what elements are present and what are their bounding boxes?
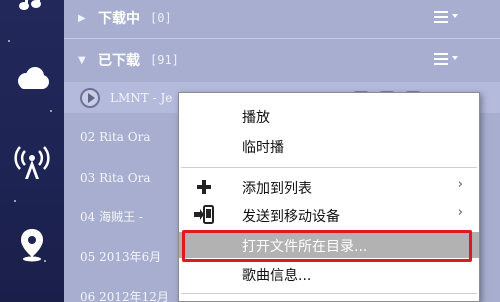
menu-separator — [181, 293, 477, 294]
group-menu-icon[interactable] — [434, 11, 458, 23]
cloud-icon — [18, 67, 49, 89]
group-downloading[interactable]: ▶ 下载中 [0] — [64, 2, 500, 34]
sidebar — [0, 0, 64, 302]
menu-item-send-to-device[interactable]: 发送到移动设备 › — [179, 202, 479, 228]
submenu-arrow-icon: › — [457, 205, 463, 220]
annotation-highlight-box — [182, 230, 472, 262]
collapsed-arrow-icon: ▶ — [78, 12, 86, 24]
sidebar-item-cloud[interactable] — [0, 66, 64, 92]
music-note-icon — [19, 0, 41, 10]
menu-item-temp-play[interactable]: 临时播 — [179, 133, 479, 159]
group-downloaded[interactable]: ▼ 已下载 [91] — [64, 44, 500, 76]
group-count: [91] — [150, 53, 179, 67]
group-label: 下载中 — [98, 11, 140, 27]
location-pin-icon — [21, 229, 43, 262]
sidebar-item-location[interactable] — [0, 228, 64, 262]
menu-item-play[interactable]: 播放 — [179, 103, 479, 129]
sidebar-item-music[interactable] — [0, 0, 64, 14]
play-icon[interactable] — [80, 87, 100, 108]
expanded-arrow-icon: ▼ — [78, 54, 86, 66]
song-title: 06 2012年12月 — [80, 290, 169, 302]
song-title: 04 海贼王 - — [80, 210, 143, 224]
song-title: LMNT - Je — [110, 90, 173, 105]
radio-tower-icon — [14, 146, 50, 179]
divider — [64, 38, 500, 39]
context-menu: 播放 临时播 添加到列表 › 发送到移动设备 › 打开文件所在目录... 歌曲信… — [178, 92, 480, 302]
menu-item-label: 临时播 — [242, 140, 284, 156]
sparkle — [8, 40, 10, 42]
menu-item-label: 歌曲信息... — [242, 268, 312, 284]
sparkle — [14, 200, 16, 202]
song-title: 02 Rita Ora — [80, 129, 151, 144]
send-to-mobile-icon — [194, 205, 214, 224]
song-title: 03 Rita Ora — [80, 170, 151, 185]
sidebar-item-radio[interactable] — [0, 146, 64, 180]
group-label: 已下载 — [98, 53, 140, 69]
menu-item-label: 添加到列表 — [242, 181, 312, 197]
menu-separator — [181, 167, 477, 168]
menu-item-label: 播放 — [242, 110, 270, 126]
menu-item-add-to-list[interactable]: 添加到列表 › — [179, 174, 479, 200]
menu-item-song-info[interactable]: 歌曲信息... — [179, 261, 479, 287]
group-menu-icon[interactable] — [434, 53, 458, 65]
menu-item-label: 发送到移动设备 — [242, 209, 340, 225]
plus-icon — [197, 180, 211, 194]
group-count: [0] — [150, 11, 172, 25]
song-title: 05 2013年6月 — [80, 250, 162, 264]
submenu-arrow-icon: › — [457, 177, 463, 192]
sparkle — [50, 110, 52, 112]
